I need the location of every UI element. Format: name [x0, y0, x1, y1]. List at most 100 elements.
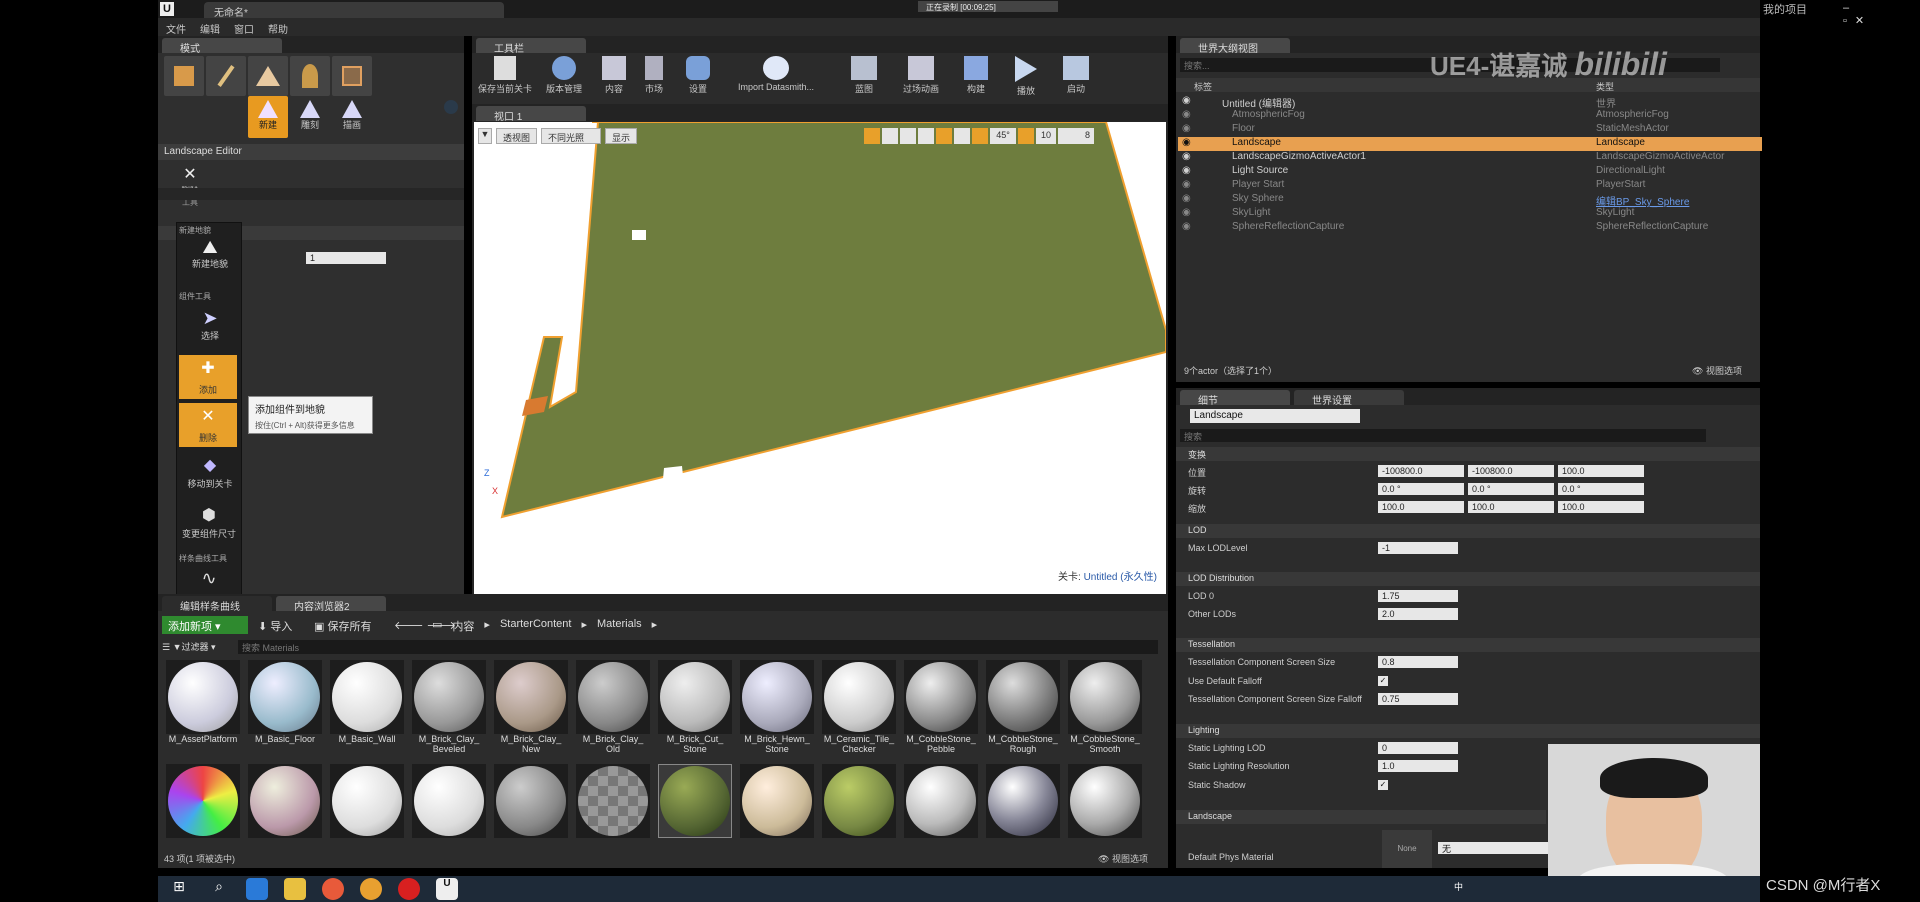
asset-tile[interactable]: M_CobbleStone_ Pebble: [904, 660, 978, 754]
chrome-icon[interactable]: [360, 878, 382, 900]
eye-icon[interactable]: ◉: [1182, 179, 1191, 190]
scale-snap-icon[interactable]: [1018, 128, 1034, 144]
asset-tile[interactable]: M_Brick_Hewn_ Stone: [740, 660, 814, 754]
toolbar-tab[interactable]: 工具栏: [476, 38, 586, 55]
asset-tile[interactable]: M_Brick_Clay_ Old: [576, 660, 650, 754]
static-lod-field[interactable]: 0: [1378, 742, 1458, 754]
outliner-row[interactable]: ◉ Light Source DirectionalLight: [1178, 165, 1762, 179]
geometry-mode-button[interactable]: [332, 56, 372, 96]
menu-edit[interactable]: 编辑: [200, 21, 220, 36]
app-icon[interactable]: [322, 878, 344, 900]
asset-tile[interactable]: M_Ceramic_Tile_ Checker: [822, 660, 896, 754]
grid-size-button[interactable]: [954, 128, 970, 144]
viewport-canvas[interactable]: Z X 关卡: Untitled (永久性): [474, 122, 1166, 594]
landscape-section[interactable]: Landscape: [1176, 810, 1546, 824]
show-button[interactable]: 显示: [605, 128, 638, 144]
col-label[interactable]: 标签: [1194, 80, 1212, 93]
landscape-mode-button[interactable]: [248, 56, 288, 96]
rotation-snap-icon[interactable]: [972, 128, 988, 144]
menu-file[interactable]: 文件: [166, 21, 186, 36]
asset-tile[interactable]: M_Brick_Clay_ Beveled: [412, 660, 486, 754]
flyout-resize[interactable]: ⬢ 变更组件尺寸: [177, 505, 241, 540]
asset-tile[interactable]: M_Brick_Cut_ Stone: [658, 660, 732, 754]
scale-x-field[interactable]: 100.0: [1378, 501, 1464, 513]
asset-tile[interactable]: M_Basic_Wall: [330, 660, 404, 744]
outliner-row[interactable]: ◉ Untitled (编辑器) 世界: [1178, 95, 1762, 110]
content-view-options[interactable]: 👁 视图选项: [1098, 852, 1148, 865]
location-y-field[interactable]: -100800.0: [1468, 465, 1554, 477]
unreal-taskbar-icon[interactable]: U: [436, 878, 458, 900]
flyout-add[interactable]: ✚ 添加: [179, 355, 237, 399]
tool-sculpt-button[interactable]: 雕刻: [290, 96, 330, 138]
window-controls[interactable]: –▫✕: [1843, 2, 1872, 27]
rotate-icon[interactable]: [882, 128, 898, 144]
content-search-input[interactable]: 搜索 Materials: [238, 640, 1158, 654]
asset-tile[interactable]: [166, 764, 240, 838]
flyout-select[interactable]: ➤ 选择: [183, 307, 237, 342]
transform-section[interactable]: 变换: [1176, 447, 1760, 461]
viewport-tab[interactable]: 视口 1: [476, 106, 586, 123]
settings-button[interactable]: 设置: [678, 54, 718, 95]
tool-new-button[interactable]: 新建: [248, 96, 288, 138]
blueprints-button[interactable]: 蓝图: [844, 54, 884, 95]
eye-icon[interactable]: ◉: [1182, 109, 1191, 120]
tess-falloff-field[interactable]: 0.75: [1378, 693, 1458, 705]
lod-section[interactable]: LOD: [1176, 524, 1760, 538]
asset-tile[interactable]: [822, 764, 896, 838]
play-button[interactable]: 播放: [1006, 54, 1046, 97]
flyout-delete[interactable]: ✕ 删除: [179, 403, 237, 447]
foliage-mode-button[interactable]: [290, 56, 330, 96]
static-res-field[interactable]: 1.0: [1378, 760, 1458, 772]
search-icon[interactable]: ⌕: [208, 878, 230, 900]
lod0-field[interactable]: 1.75: [1378, 590, 1458, 602]
brush-value-field[interactable]: 1: [306, 252, 386, 264]
scale-z-field[interactable]: 100.0: [1558, 501, 1644, 513]
outliner-row[interactable]: ◉ Player Start PlayerStart: [1178, 179, 1762, 193]
flyout-edit-spline[interactable]: ∿: [177, 567, 241, 589]
outliner-row[interactable]: ◉ SkyLight SkyLight: [1178, 207, 1762, 221]
eye-icon[interactable]: ◉: [1182, 221, 1191, 232]
asset-tile[interactable]: M_CobbleStone_ Smooth: [1068, 660, 1142, 754]
save-level-button[interactable]: 保存当前关卡: [474, 54, 536, 95]
import-button[interactable]: ⬇ 导入: [258, 618, 292, 634]
viewport-toggle-icon[interactable]: [444, 100, 458, 114]
world-settings-tab[interactable]: 世界设置: [1294, 390, 1404, 407]
asset-tile[interactable]: [412, 764, 486, 838]
asset-tile[interactable]: M_Brick_Clay_ New: [494, 660, 568, 754]
asset-tile[interactable]: M_Basic_Floor: [248, 660, 322, 744]
actor-name-field[interactable]: Landscape: [1190, 409, 1360, 423]
cinematics-button[interactable]: 过场动画: [896, 54, 946, 95]
eye-icon[interactable]: ◉: [1182, 165, 1191, 176]
ime-indicator[interactable]: 中: [1454, 880, 1463, 893]
world-space-icon[interactable]: [918, 128, 934, 144]
outliner-row[interactable]: ◉ Sky Sphere 编辑BP_Sky_Sphere: [1178, 193, 1762, 208]
details-tab[interactable]: 细节: [1180, 390, 1290, 407]
outliner-row[interactable]: ◉ AtmosphericFog AtmosphericFog: [1178, 109, 1762, 123]
eye-icon[interactable]: ◉: [1182, 123, 1191, 134]
tool-paint-button[interactable]: 描画: [332, 96, 372, 138]
flyout-move-to-level[interactable]: ◆ 移动到关卡: [181, 455, 239, 490]
place-mode-button[interactable]: [164, 56, 204, 96]
other-lods-field[interactable]: 2.0: [1378, 608, 1458, 620]
menu-help[interactable]: 帮助: [268, 21, 288, 36]
outliner-tab[interactable]: 世界大纲视图: [1180, 38, 1290, 55]
viewport-menu-button[interactable]: ▼: [478, 128, 492, 144]
import-datasmith-button[interactable]: Import Datasmith...: [726, 54, 826, 92]
rotation-x-field[interactable]: 0.0 °: [1378, 483, 1464, 495]
rotation-y-field[interactable]: 0.0 °: [1468, 483, 1554, 495]
asset-tile[interactable]: M_AssetPlatform: [166, 660, 240, 744]
asset-tile[interactable]: [248, 764, 322, 838]
asset-tile[interactable]: [740, 764, 814, 838]
lit-button[interactable]: 不同光照: [541, 128, 602, 144]
outliner-row[interactable]: ◉ SphereReflectionCapture SphereReflection…: [1178, 221, 1762, 235]
save-all-button[interactable]: ▣ 保存所有: [314, 618, 371, 634]
outliner-row-selected[interactable]: ◉ Landscape Landscape: [1178, 137, 1762, 151]
edge-browser-icon[interactable]: [246, 878, 268, 900]
camera-speed-button[interactable]: 8: [1058, 128, 1094, 144]
lod-distribution-section[interactable]: LOD Distribution: [1176, 572, 1760, 586]
asset-tile[interactable]: [986, 764, 1060, 838]
tessellation-section[interactable]: Tessellation: [1176, 638, 1760, 652]
source-control-button[interactable]: 版本管理: [538, 54, 590, 95]
asset-tile[interactable]: [330, 764, 404, 838]
filters-button[interactable]: ☰ ▼过滤器 ▾: [162, 640, 216, 653]
